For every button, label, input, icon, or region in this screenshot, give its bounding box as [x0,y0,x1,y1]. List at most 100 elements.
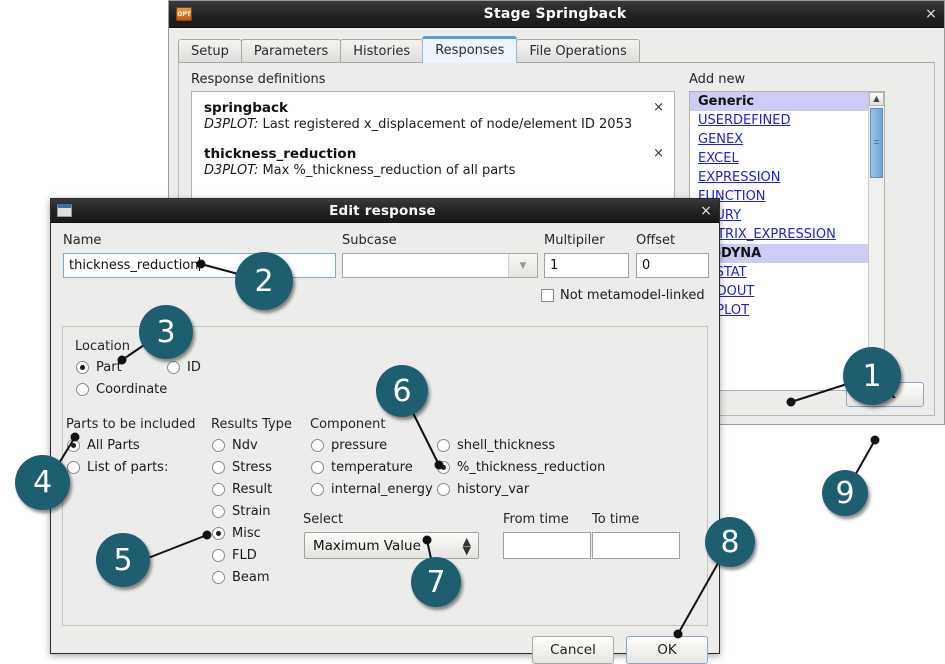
results-type-title: Results Type [211,417,292,432]
radio-label: Part [96,360,122,375]
add-new-group-generic: Generic [690,92,869,111]
radio-results-stress[interactable]: Stress [212,460,272,475]
select-value: Maximum Value [313,537,421,554]
add-new-item-userdefined[interactable]: USERDEFINED [690,111,869,130]
list-item[interactable]: springback D3PLOT: Last registered x_dis… [204,100,668,132]
response-description-text: Max %_thickness_reduction of all parts [258,163,516,178]
select-dropdown[interactable]: Maximum Value ▲ ▼ [304,532,479,559]
name-input-value: thickness_reduction [69,258,199,273]
from-time-input[interactable] [503,532,591,559]
radio-location-part[interactable]: Part [76,360,122,375]
subcase-select[interactable]: ▼ [342,253,538,278]
radio-component-pressure[interactable]: pressure [311,438,387,453]
radio-label: All Parts [87,438,140,453]
radio-list-of-parts[interactable]: List of parts: [67,460,168,475]
radio-label: Beam [232,570,270,585]
radio-dot [311,483,324,496]
add-new-label: Add new [689,72,746,87]
from-time-label: From time [503,512,569,527]
tab-setup[interactable]: Setup [178,39,242,63]
add-new-item-expression[interactable]: EXPRESSION [690,168,869,187]
radio-all-parts[interactable]: All Parts [67,438,140,453]
radio-component-shell-thickness[interactable]: shell_thickness [437,438,555,453]
radio-location-id[interactable]: ID [167,360,201,375]
tab-responses[interactable]: Responses [422,36,518,63]
list-item[interactable]: thickness_reduction D3PLOT: Max %_thickn… [204,146,668,178]
radio-dot [212,549,225,562]
radio-dot [76,361,89,374]
callout-2: 2 [235,252,293,310]
subcase-label: Subcase [342,233,397,248]
radio-dot [437,439,450,452]
multiplier-input[interactable]: 1 [544,253,629,278]
radio-label: temperature [331,460,413,475]
main-titlebar: OPT Stage Springback × [169,1,944,28]
spinner-icon[interactable]: ▲ ▼ [463,536,471,556]
remove-response-icon[interactable]: × [653,146,664,161]
add-new-item-genex[interactable]: GENEX [690,130,869,149]
radio-results-ndv[interactable]: Ndv [212,438,258,453]
radio-results-fld[interactable]: FLD [212,548,257,563]
radio-component-history-var[interactable]: history_var [437,482,529,497]
radio-results-result[interactable]: Result [212,482,272,497]
radio-label: pressure [331,438,388,453]
radio-results-beam[interactable]: Beam [212,570,270,585]
radio-location-coordinate[interactable]: Coordinate [76,382,167,397]
radio-dot [67,439,80,452]
radio-component-temperature[interactable]: temperature [311,460,413,475]
radio-component-thickness-reduction[interactable]: %_thickness_reduction [437,460,605,475]
remove-response-icon[interactable]: × [653,100,664,115]
callout-6: 6 [376,365,428,417]
radio-label: Coordinate [96,382,168,397]
radio-label: shell_thickness [457,438,556,453]
close-icon[interactable]: × [693,203,719,219]
radio-dot [212,527,225,540]
callout-4: 4 [15,455,70,510]
radio-label: FLD [232,548,257,563]
radio-component-internal-energy[interactable]: internal_energy [311,482,433,497]
radio-dot [212,439,225,452]
name-label: Name [63,233,102,248]
radio-dot [167,361,180,374]
offset-input[interactable]: 0 [636,253,709,278]
text-caret [198,257,200,271]
parts-title: Parts to be included [66,417,196,432]
offset-label: Offset [636,233,676,248]
to-time-input[interactable] [592,532,680,559]
not-metamodel-linked-label: Not metamodel-linked [560,288,705,303]
radio-dot [212,571,225,584]
tab-parameters[interactable]: Parameters [240,39,342,63]
radio-label: %_thickness_reduction [457,460,606,475]
edit-response-dialog: Edit response × Name thickness_reduction… [50,198,720,664]
scrollbar-thumb[interactable] [870,108,883,178]
response-name: springback [204,100,289,116]
radio-label: Ndv [232,438,258,453]
radio-label: List of parts: [87,460,169,475]
radio-results-misc[interactable]: Misc [212,526,261,541]
radio-dot [437,483,450,496]
name-input[interactable]: thickness_reduction [63,253,336,278]
tab-file-operations[interactable]: File Operations [516,39,640,63]
radio-dot [311,439,324,452]
callout-9: 9 [822,470,868,516]
close-icon[interactable]: × [918,6,944,22]
add-new-scrollbar[interactable]: ▲ ▼ [868,92,884,390]
tab-histories[interactable]: Histories [340,39,424,63]
scroll-up-icon[interactable]: ▲ [869,92,884,106]
radio-label: internal_energy [331,482,433,497]
chevron-down-icon[interactable]: ▼ [508,254,537,277]
radio-label: ID [187,360,201,375]
response-source: D3PLOT: [204,117,259,132]
response-source: D3PLOT: [204,163,259,178]
radio-results-strain[interactable]: Strain [212,504,271,519]
location-title: Location [75,339,130,354]
checkbox-box [541,289,554,302]
radio-label: Stress [232,460,272,475]
not-metamodel-linked-checkbox[interactable]: Not metamodel-linked [541,288,705,303]
callout-1: 1 [843,347,901,405]
add-new-item-excel[interactable]: EXCEL [690,149,869,168]
edit-dialog-titlebar: Edit response × [51,199,719,223]
scrollbar-grip [874,140,879,146]
response-definitions-label: Response definitions [191,72,326,87]
to-time-label: To time [592,512,640,527]
